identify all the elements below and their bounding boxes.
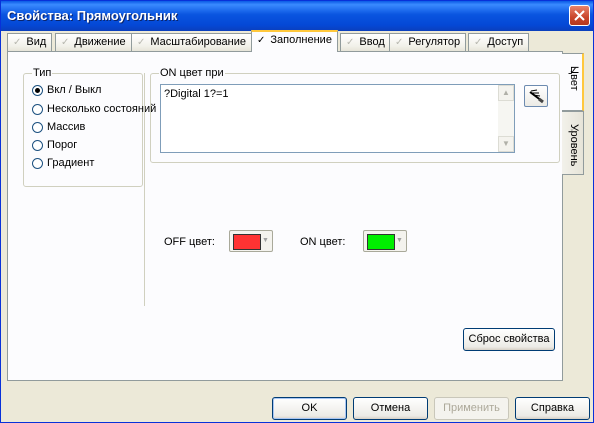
- radio-dot: [32, 139, 43, 151]
- tab-regulyator[interactable]: ✓ Регулятор: [389, 33, 467, 51]
- scroll-up-arrow-icon[interactable]: ▲: [498, 85, 514, 101]
- radio-threshold[interactable]: Порог: [32, 139, 77, 153]
- vertical-divider: [144, 73, 145, 306]
- tab-label: Доступ: [487, 36, 524, 48]
- check-icon: ✓: [346, 37, 355, 48]
- help-button[interactable]: Справка: [515, 397, 590, 420]
- on-color-label: ON цвет:: [300, 236, 346, 248]
- condition-expression-input[interactable]: ?Digital 1?=1 ▲ ▼: [160, 84, 515, 153]
- cancel-button[interactable]: Отмена: [353, 397, 428, 420]
- reset-properties-button[interactable]: Сброс свойства: [463, 328, 555, 351]
- radio-dot: [32, 157, 43, 169]
- tab-masshtabirovanie[interactable]: ✓ Масштабирование: [131, 33, 253, 51]
- radio-label: Несколько состояний: [47, 103, 157, 116]
- tab-zapolnenie[interactable]: ✓ Заполнение: [251, 30, 338, 52]
- ok-button[interactable]: OK: [272, 397, 347, 420]
- radio-label: Порог: [47, 139, 78, 152]
- check-icon: ✓: [257, 35, 266, 46]
- tab-label: Масштабирование: [150, 36, 247, 48]
- radio-label: Массив: [47, 121, 86, 134]
- tab-vvod[interactable]: ✓ Ввод: [340, 33, 391, 51]
- chevron-down-icon: ▼: [396, 237, 403, 244]
- on-color-swatch: [367, 234, 395, 250]
- radio-label: Вкл / Выкл: [47, 84, 102, 97]
- radio-dot: [32, 121, 43, 133]
- side-tab-level-label: Уровень: [568, 124, 580, 167]
- tab-label: Движение: [74, 36, 126, 48]
- side-tab-level[interactable]: ✓ Уровень: [562, 111, 584, 175]
- off-color-label: OFF цвет:: [164, 236, 215, 248]
- check-icon: ✓: [13, 37, 22, 48]
- tab-dvizhenie[interactable]: ✓ Движение: [55, 33, 132, 51]
- properties-dialog: Свойства: Прямоугольник ✓ Вид ✓ Движение ✓…: [0, 0, 594, 423]
- radio-on-off[interactable]: Вкл / Выкл: [32, 84, 101, 98]
- radio-dot: [32, 103, 43, 115]
- radio-array[interactable]: Массив: [32, 121, 85, 135]
- check-icon: ✓: [137, 37, 146, 48]
- tab-dostup[interactable]: ✓ Доступ: [468, 33, 530, 51]
- off-color-picker[interactable]: ▼: [229, 230, 273, 252]
- type-group-label: Тип: [32, 67, 53, 79]
- radio-gradient[interactable]: Градиент: [32, 157, 94, 171]
- check-icon: ✓: [474, 37, 483, 48]
- tab-label: Ввод: [359, 36, 385, 48]
- radio-label: Градиент: [47, 157, 95, 170]
- vertical-scrollbar[interactable]: ▲ ▼: [498, 85, 514, 152]
- radio-dot: [32, 84, 43, 96]
- tab-label: Регулятор: [408, 36, 461, 48]
- condition-group-label: ON цвет при: [159, 67, 225, 79]
- apply-button[interactable]: Применить: [434, 397, 509, 420]
- side-tab-color[interactable]: ✓ Цвет: [562, 53, 584, 111]
- on-color-picker[interactable]: ▼: [363, 230, 407, 252]
- off-color-swatch: [233, 234, 261, 250]
- tab-vid[interactable]: ✓ Вид: [7, 33, 53, 51]
- scroll-down-arrow-icon[interactable]: ▼: [498, 136, 514, 152]
- window-title: Свойства: Прямоугольник: [7, 8, 178, 23]
- side-tab-color-label: Цвет: [568, 66, 580, 91]
- condition-expression-text: ?Digital 1?=1: [164, 88, 229, 100]
- tab-label: Заполнение: [270, 34, 332, 46]
- tab-label: Вид: [26, 36, 47, 48]
- title-bar[interactable]: Свойства: Прямоугольник: [1, 1, 593, 31]
- tag-picker-button[interactable]: [524, 85, 548, 107]
- close-button[interactable]: [569, 5, 590, 26]
- check-icon: ✓: [61, 37, 70, 48]
- close-icon: [574, 10, 585, 21]
- wand-icon: [529, 89, 544, 104]
- radio-multi-state[interactable]: Несколько состояний: [32, 103, 156, 117]
- check-icon: ✓: [395, 37, 404, 48]
- chevron-down-icon: ▼: [262, 237, 269, 244]
